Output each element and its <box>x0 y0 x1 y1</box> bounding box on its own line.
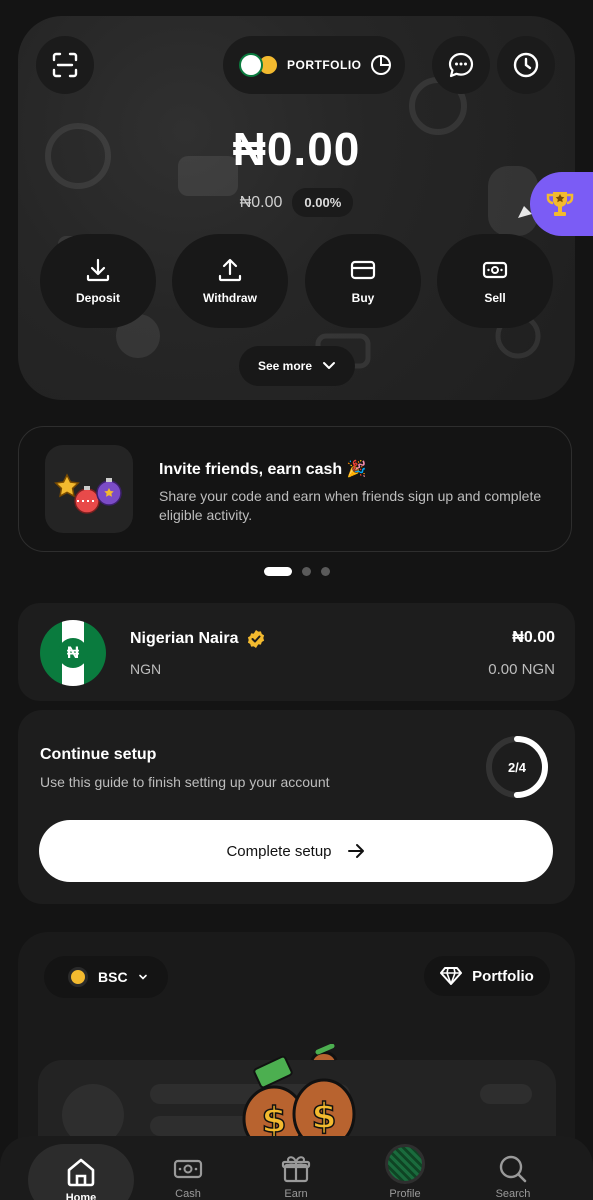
bnb-icon <box>68 967 88 987</box>
portfolio-label: PORTFOLIO <box>287 58 362 72</box>
gift-icon <box>281 1156 311 1183</box>
buy-button[interactable]: Buy <box>305 234 421 328</box>
deposit-button[interactable]: Deposit <box>40 234 156 328</box>
naira-flag-avatar: ₦ <box>40 620 106 686</box>
deposit-label: Deposit <box>75 291 120 305</box>
promo-title: Invite friends, earn cash 🎉 <box>159 461 367 478</box>
currency-native-value: 0.00 NGN <box>488 661 555 678</box>
ornaments-image <box>45 445 133 533</box>
arrow-right-icon <box>347 844 364 858</box>
sell-label: Sell <box>484 291 506 305</box>
clock-icon <box>513 52 539 78</box>
chevron-down-icon <box>323 362 336 369</box>
diamond-icon <box>440 967 463 985</box>
see-more-button[interactable]: See more <box>239 346 355 386</box>
bottom-tab-bar: Home Cash Earn Profile Search <box>0 1136 593 1200</box>
tab-earn-label: Earn <box>284 1188 308 1200</box>
tab-home-label: Home <box>65 1192 97 1200</box>
invite-promo-card[interactable]: Invite friends, earn cash 🎉 Share your c… <box>18 426 572 552</box>
history-button[interactable] <box>497 36 555 94</box>
naira-flag-icon <box>239 53 263 77</box>
currency-value: ₦0.00 <box>512 629 555 646</box>
currency-name-row: Nigerian Naira <box>130 629 266 649</box>
tab-earn[interactable]: Earn <box>246 1136 346 1200</box>
scan-icon <box>52 52 78 78</box>
svg-text:$: $ <box>311 1096 336 1137</box>
naira-symbol: ₦ <box>58 638 88 668</box>
setup-title: Continue setup <box>40 746 157 763</box>
portfolio-button-label: Portfolio <box>472 967 534 985</box>
card-icon <box>350 260 376 280</box>
carousel-dot-active[interactable] <box>264 567 292 576</box>
messages-button[interactable] <box>432 36 490 94</box>
tab-cash-label: Cash <box>175 1188 201 1200</box>
tab-search[interactable]: Search <box>463 1136 563 1200</box>
chat-icon <box>448 52 474 78</box>
tab-home[interactable]: Home <box>28 1144 134 1200</box>
withdraw-label: Withdraw <box>203 291 257 305</box>
chain-selector[interactable]: BSC <box>44 956 168 998</box>
search-icon <box>499 1155 527 1183</box>
rewards-tab[interactable] <box>530 172 593 236</box>
cash-icon <box>173 1159 203 1179</box>
portfolio-button[interactable]: Portfolio <box>424 956 550 996</box>
complete-setup-label: Complete setup <box>226 842 332 860</box>
balance-hero: PORTFOLIO ₦0.00 ₦0.00 0.00% Deposit With… <box>18 16 575 400</box>
setup-progress-text: 2/4 <box>507 759 527 775</box>
currency-name: Nigerian Naira <box>130 630 239 647</box>
balance-subrow: ₦0.00 0.00% <box>18 188 575 217</box>
continue-setup-card: Continue setup Use this guide to finish … <box>18 710 575 904</box>
download-icon <box>86 258 110 282</box>
promo-description: Share your code and earn when friends si… <box>159 488 542 523</box>
trophy-icon <box>546 192 574 216</box>
carousel-indicator <box>264 567 330 576</box>
chevron-down-icon <box>138 974 147 980</box>
currency-code: NGN <box>130 661 162 677</box>
chain-label: BSC <box>98 969 128 985</box>
balance-secondary: ₦0.00 <box>239 193 283 211</box>
portfolio-switcher[interactable]: PORTFOLIO <box>223 36 405 94</box>
verified-badge-icon <box>248 630 265 648</box>
balance-change-badge: 0.00% <box>292 188 354 217</box>
home-icon <box>67 1158 95 1187</box>
pie-chart-icon <box>370 55 391 75</box>
cash-icon <box>482 261 508 279</box>
carousel-dot[interactable] <box>302 567 311 576</box>
sell-button[interactable]: Sell <box>437 234 553 328</box>
see-more-label: See more <box>257 359 313 373</box>
upload-icon <box>218 258 242 282</box>
buy-label: Buy <box>351 291 375 305</box>
complete-setup-button[interactable]: Complete setup <box>39 820 553 882</box>
carousel-dot[interactable] <box>321 567 330 576</box>
tab-profile-label: Profile <box>389 1188 421 1200</box>
naira-account-row[interactable]: ₦ Nigerian Naira NGN ₦0.00 0.00 NGN <box>18 603 575 701</box>
avatar <box>385 1144 425 1184</box>
scan-button[interactable] <box>36 36 94 94</box>
svg-text:$: $ <box>261 1100 286 1141</box>
tab-search-label: Search <box>495 1188 531 1200</box>
setup-description: Use this guide to finish setting up your… <box>40 774 330 790</box>
total-balance: ₦0.00 <box>232 123 361 175</box>
withdraw-button[interactable]: Withdraw <box>172 234 288 328</box>
tab-profile[interactable]: Profile <box>355 1136 455 1200</box>
tab-cash[interactable]: Cash <box>138 1136 238 1200</box>
